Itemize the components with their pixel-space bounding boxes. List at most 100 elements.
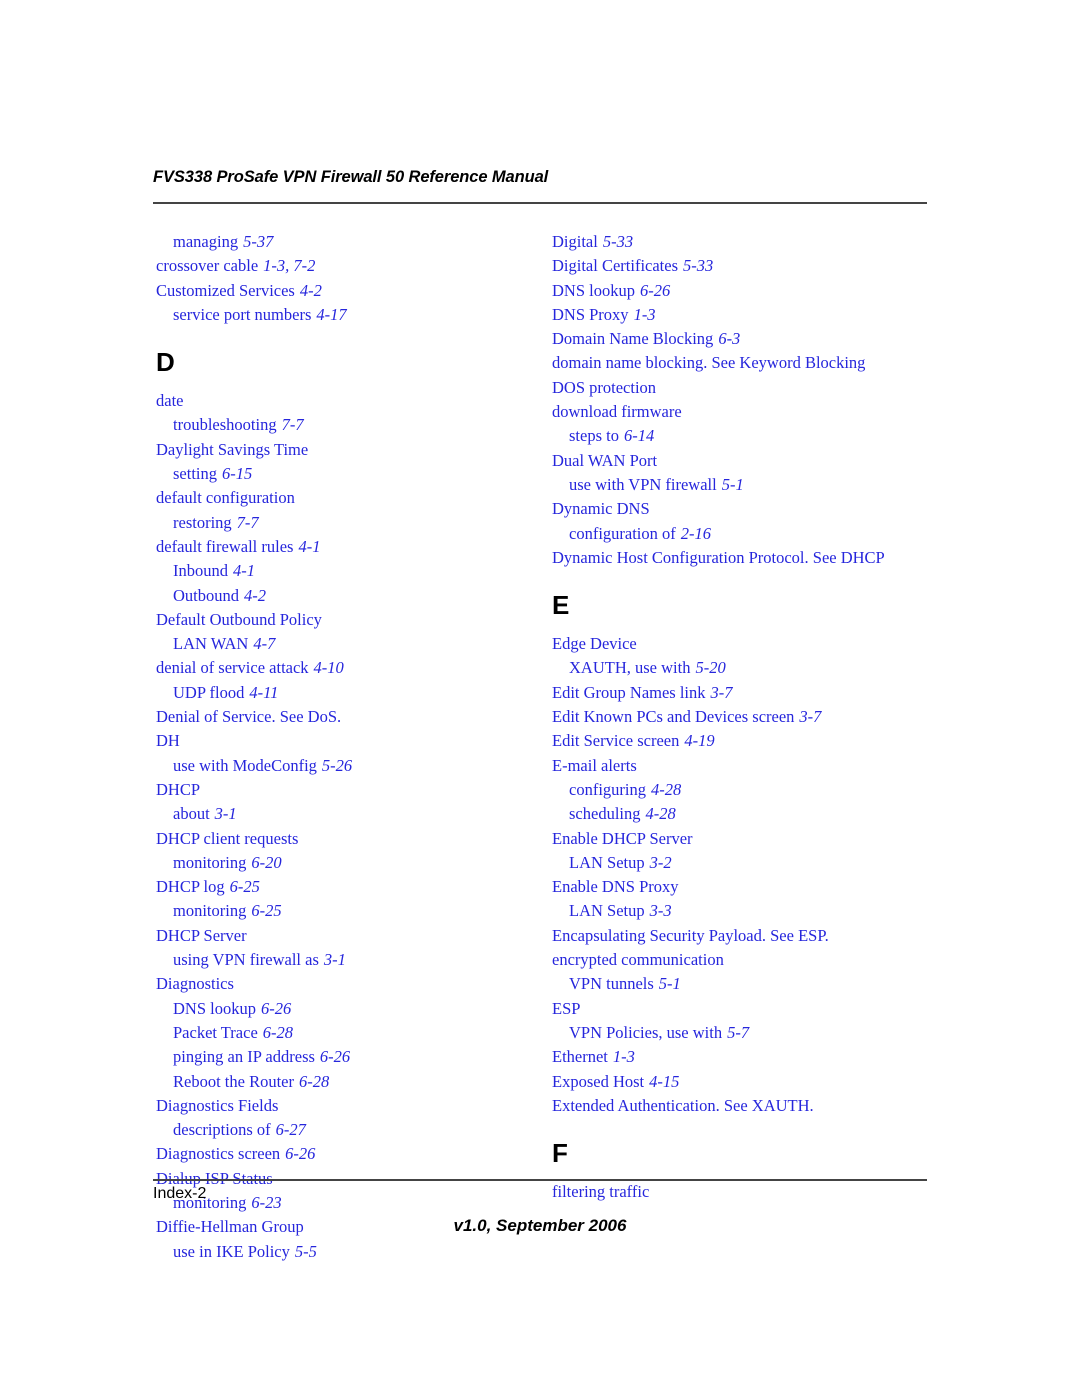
index-subentry[interactable]: use with VPN firewall 5-1 [552, 473, 942, 497]
index-entry-term: restoring [173, 512, 232, 532]
index-entry[interactable]: Dual WAN Port [552, 449, 942, 473]
page-folio: Index-2 [153, 1185, 207, 1202]
index-entry[interactable]: E-mail alerts [552, 754, 942, 778]
index-subentry[interactable]: use with ModeConfig 5-26 [156, 754, 526, 778]
index-entry[interactable]: filtering traffic [552, 1180, 942, 1204]
index-entry-locator: 6-28 [298, 1071, 330, 1091]
index-entry-locator: 4-1 [298, 536, 321, 556]
index-column-right: Digital 5-33 Digital Certificates 5-33 DNS l… [552, 230, 942, 1204]
index-subentry[interactable]: setting 6-15 [156, 462, 526, 486]
index-entry[interactable]: default configuration [156, 486, 526, 510]
index-subentry[interactable]: Outbound 4-2 [156, 584, 526, 608]
index-subentry[interactable]: XAUTH, use with 5-20 [552, 656, 942, 680]
index-entry-locator: 4-15 [649, 1071, 680, 1091]
index-entry[interactable]: Diagnostics Fields [156, 1094, 526, 1118]
index-entry[interactable]: Domain Name Blocking 6-3 [552, 327, 942, 351]
index-subentry[interactable]: configuration of 2-16 [552, 522, 942, 546]
index-subentry[interactable]: pinging an IP address 6-26 [156, 1045, 526, 1069]
index-entry[interactable]: DNS lookup 6-26 [552, 279, 942, 303]
index-subentry[interactable]: configuring 4-28 [552, 778, 942, 802]
index-entry[interactable]: download firmware [552, 400, 942, 424]
index-entry[interactable]: Exposed Host 4-15 [552, 1070, 942, 1094]
index-entry[interactable]: Default Outbound Policy [156, 608, 526, 632]
index-entry[interactable]: Ethernet 1-3 [552, 1045, 942, 1069]
index-entry-term: default configuration [156, 488, 295, 508]
index-entry[interactable]: denial of service attack 4-10 [156, 656, 526, 680]
index-entry-locator: 6-28 [262, 1022, 294, 1042]
index-entry-locator: 2-16 [680, 523, 712, 543]
index-entry[interactable]: DH [156, 729, 526, 753]
index-entry[interactable]: ESP [552, 997, 942, 1021]
index-subentry[interactable]: managing 5-37 [156, 230, 526, 254]
index-entry[interactable]: Customized Services 4-2 [156, 279, 526, 303]
index-subentry[interactable]: UDP flood 4-11 [156, 681, 526, 705]
index-entry[interactable]: Enable DHCP Server [552, 827, 942, 851]
index-subentry[interactable]: LAN WAN 4-7 [156, 632, 526, 656]
index-subentry[interactable]: about 3-1 [156, 802, 526, 826]
index-subentry[interactable]: monitoring 6-25 [156, 899, 526, 923]
index-entry[interactable]: Extended Authentication. See XAUTH. [552, 1094, 942, 1118]
index-entry-term: configuration of [569, 523, 676, 543]
index-entry[interactable]: Daylight Savings Time [156, 438, 526, 462]
index-entry[interactable]: DHCP [156, 778, 526, 802]
index-subentry[interactable]: LAN Setup 3-2 [552, 851, 942, 875]
index-entry-term: DHCP client requests [156, 828, 299, 848]
index-subentry[interactable]: monitoring 6-20 [156, 851, 526, 875]
index-entry-term: Packet Trace [173, 1022, 258, 1042]
index-entry-locator: 6-3 [718, 329, 741, 349]
index-subentry[interactable]: descriptions of 6-27 [156, 1118, 526, 1142]
index-entry[interactable]: default firewall rules 4-1 [156, 535, 526, 559]
index-entry-term: DH [156, 731, 180, 751]
index-entry-term: DHCP [156, 779, 201, 799]
index-entry[interactable]: DOS protection [552, 376, 942, 400]
index-entry[interactable]: Encapsulating Security Payload. See ESP. [552, 924, 942, 948]
index-entry-term: about [173, 804, 210, 824]
index-entry-locator: 4-11 [249, 682, 279, 702]
index-entry[interactable]: DNS Proxy 1-3 [552, 303, 942, 327]
index-subentry[interactable]: DNS lookup 6-26 [156, 997, 526, 1021]
index-subentry[interactable]: VPN Policies, use with 5-7 [552, 1021, 942, 1045]
index-entry-term: VPN Policies, use with [569, 1022, 723, 1042]
index-entry[interactable]: Enable DNS Proxy [552, 875, 942, 899]
index-entry[interactable]: DHCP log 6-25 [156, 875, 526, 899]
index-entry-locator: 1-3 [633, 304, 656, 324]
index-entry[interactable]: encrypted communication [552, 948, 942, 972]
index-entry[interactable]: date [156, 389, 526, 413]
index-subentry[interactable]: Packet Trace 6-28 [156, 1021, 526, 1045]
index-subentry[interactable]: monitoring 6-23 [156, 1191, 526, 1215]
index-subentry[interactable]: Inbound 4-1 [156, 559, 526, 583]
index-subentry[interactable]: troubleshooting 7-7 [156, 413, 526, 437]
index-entry-locator: 6-26 [260, 998, 292, 1018]
index-entry[interactable]: Edit Group Names link 3-7 [552, 681, 942, 705]
index-entry[interactable]: domain name blocking. See Keyword Blocki… [552, 351, 942, 375]
index-entry[interactable]: Dynamic DNS [552, 497, 942, 521]
index-entry[interactable]: Diagnostics screen 6-26 [156, 1142, 526, 1166]
index-subentry[interactable]: steps to 6-14 [552, 424, 942, 448]
index-entry-term: Edit Service screen [552, 731, 680, 751]
index-subentry[interactable]: use in IKE Policy 5-5 [156, 1240, 526, 1264]
index-entry[interactable]: DHCP Server [156, 924, 526, 948]
index-entry-locator: 4-17 [316, 304, 347, 324]
index-subentry[interactable]: Reboot the Router 6-28 [156, 1070, 526, 1094]
index-entry[interactable]: Edit Known PCs and Devices screen 3-7 [552, 705, 942, 729]
index-entry[interactable]: Digital 5-33 [552, 230, 942, 254]
index-entry-locator: 6-20 [251, 852, 282, 872]
index-subentry[interactable]: restoring 7-7 [156, 511, 526, 535]
index-subentry[interactable]: scheduling 4-28 [552, 802, 942, 826]
index-entry-term: Dual WAN Port [552, 450, 658, 470]
index-entry[interactable]: Digital Certificates 5-33 [552, 254, 942, 278]
index-entry[interactable]: crossover cable 1-3, 7-2 [156, 254, 526, 278]
index-entry[interactable]: Edge Device [552, 632, 942, 656]
index-entry-term: use with VPN firewall [569, 474, 717, 494]
index-entry[interactable]: Edit Service screen 4-19 [552, 729, 942, 753]
index-entry[interactable]: Diagnostics [156, 972, 526, 996]
index-subentry[interactable]: service port numbers 4-17 [156, 303, 526, 327]
index-entry[interactable]: DHCP client requests [156, 827, 526, 851]
index-subentry[interactable]: using VPN firewall as 3-1 [156, 948, 526, 972]
index-subentry[interactable]: VPN tunnels 5-1 [552, 972, 942, 996]
index-entry[interactable]: Dynamic Host Configuration Protocol. See… [552, 546, 942, 570]
index-entry-locator: 4-19 [684, 731, 715, 751]
index-entry-locator: 3-1 [323, 950, 346, 970]
index-entry[interactable]: Denial of Service. See DoS. [156, 705, 526, 729]
index-subentry[interactable]: LAN Setup 3-3 [552, 899, 942, 923]
